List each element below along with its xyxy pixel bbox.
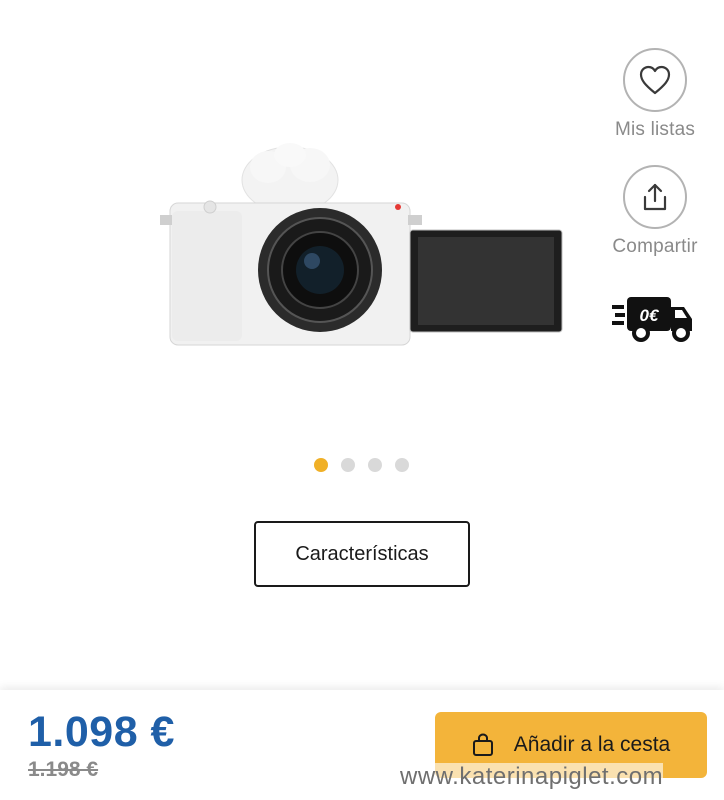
current-price: 1.098 €: [28, 708, 175, 756]
watermark: www.katerinapiglet.com: [400, 763, 664, 791]
camera-lens: [258, 208, 382, 332]
free-shipping-truck-icon: 0€: [612, 297, 692, 342]
features-button-label: Características: [295, 542, 429, 565]
carousel-indicators: [314, 458, 409, 472]
carousel-dot-4[interactable]: [395, 458, 409, 472]
share-button[interactable]: [623, 165, 687, 229]
share-label: Compartir: [612, 236, 698, 257]
add-to-cart-label: Añadir a la cesta: [513, 733, 671, 756]
carousel-dot-1[interactable]: [314, 458, 328, 472]
share-action[interactable]: Compartir: [600, 165, 710, 258]
flip-screen: [409, 229, 563, 333]
wishlist-button[interactable]: [623, 48, 687, 112]
free-shipping-badge-text: 0€: [640, 306, 660, 325]
wishlist-label: Mis listas: [614, 119, 696, 140]
carousel-dot-3[interactable]: [368, 458, 382, 472]
shopping-bag-icon: [472, 733, 493, 756]
heart-icon: [639, 65, 671, 95]
wishlist-action[interactable]: Mis listas: [600, 48, 710, 141]
product-camera-image: [160, 143, 563, 346]
old-price: 1.198 €: [28, 758, 99, 781]
share-icon: [643, 183, 667, 211]
features-button[interactable]: Características: [254, 521, 470, 587]
carousel-dot-2[interactable]: [341, 458, 355, 472]
